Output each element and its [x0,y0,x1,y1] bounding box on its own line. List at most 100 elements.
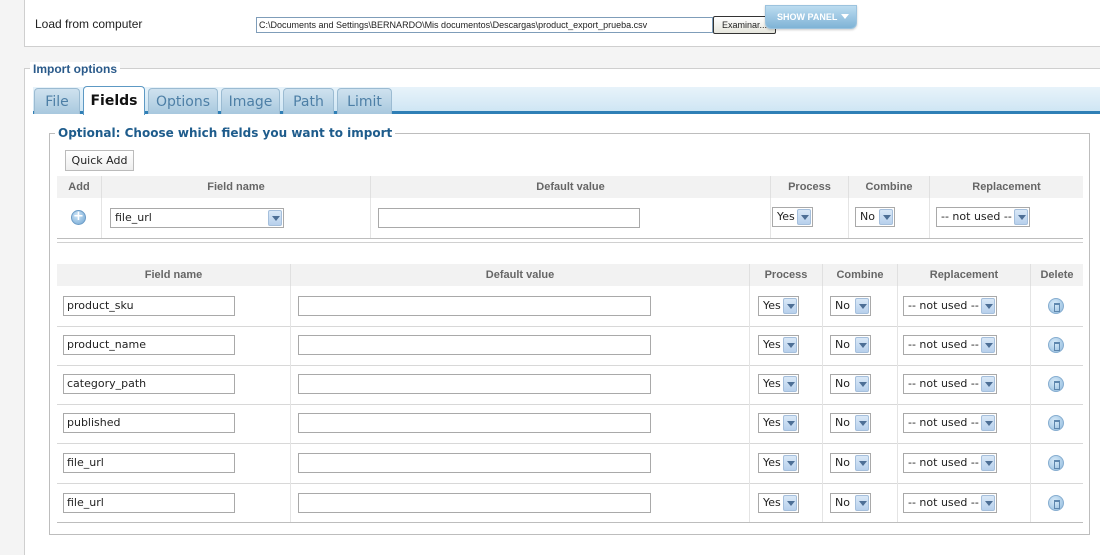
column-divider [749,286,750,522]
replacement-select[interactable]: -- not used -- [903,335,997,355]
file-path-input[interactable]: C:\Documents and Settings\BERNARDO\Mis d… [256,17,713,33]
tab-options[interactable]: Options [148,88,218,114]
default-value-input[interactable] [298,493,651,513]
field-name-input[interactable]: product_sku [63,296,235,316]
combine-select[interactable]: No [830,296,871,316]
field-name-input[interactable]: published [63,413,235,433]
process-select[interactable]: Yes [758,296,799,316]
delete-icon[interactable] [1048,376,1064,392]
process-select[interactable]: Yes [758,453,799,473]
default-value-input[interactable] [298,296,651,316]
combine-value: No [835,456,850,469]
replacement-value: -- not used -- [908,496,979,509]
add-replacement-value: -- not used -- [941,210,1012,223]
load-from-computer-label: Load from computer [35,17,143,31]
combine-select[interactable]: No [830,374,871,394]
chevron-down-icon [981,337,995,353]
delete-icon[interactable] [1048,455,1064,471]
chevron-down-icon [841,14,850,19]
process-value: Yes [763,496,781,509]
add-row-bottom-border [57,238,1083,239]
row-divider [57,365,1083,366]
replacement-select[interactable]: -- not used -- [903,493,997,513]
section-divider [57,242,1083,243]
replacement-select[interactable]: -- not used -- [903,453,997,473]
tab-file[interactable]: File [34,88,80,114]
default-value-input[interactable] [298,335,651,355]
add-field-icon[interactable]: + [71,210,86,225]
chevron-down-icon [981,495,995,511]
replacement-select[interactable]: -- not used -- [903,374,997,394]
field-name-input[interactable]: category_path [63,374,235,394]
combine-select[interactable]: No [830,335,871,355]
chevron-down-icon [783,298,797,314]
header-replacement: Replacement [929,176,1083,198]
chevron-down-icon [268,210,282,226]
delete-icon[interactable] [1048,495,1064,511]
default-value-input[interactable] [298,374,651,394]
combine-select[interactable]: No [830,413,871,433]
tab-path[interactable]: Path [283,88,334,114]
chevron-down-icon [855,298,869,314]
quick-add-button[interactable]: Quick Add [65,150,134,171]
delete-icon[interactable] [1048,337,1064,353]
add-row-divider [848,198,849,238]
row-divider [57,404,1083,405]
add-process-select[interactable]: Yes [772,207,813,227]
field-row: product_sku Yes No -- not used -- [0,288,1100,327]
chevron-down-icon [783,415,797,431]
chevron-down-icon [981,376,995,392]
header-combine: Combine [822,264,897,286]
add-combine-select[interactable]: No [855,207,895,227]
process-value: Yes [763,338,781,351]
field-name-input[interactable]: file_url [63,453,235,473]
add-row-divider [101,198,102,238]
replacement-select[interactable]: -- not used -- [903,296,997,316]
delete-icon[interactable] [1048,298,1064,314]
tab-limit[interactable]: Limit [337,88,392,114]
chevron-down-icon [783,376,797,392]
default-value-input[interactable] [298,453,651,473]
add-row-divider [370,198,371,238]
tab-image[interactable]: Image [221,88,280,114]
process-select[interactable]: Yes [758,413,799,433]
header-add: Add [57,176,101,198]
process-select[interactable]: Yes [758,374,799,394]
column-divider [897,286,898,522]
header-combine: Combine [848,176,929,198]
header-field-name: Field name [57,264,290,286]
chevron-down-icon [1014,209,1028,225]
default-value-input[interactable] [298,413,651,433]
add-field-select[interactable]: file_url [110,208,284,228]
chevron-down-icon [783,337,797,353]
process-value: Yes [763,299,781,312]
add-process-value: Yes [777,210,795,223]
field-name-input[interactable]: product_name [63,335,235,355]
chevron-down-icon [879,209,893,225]
chevron-down-icon [981,298,995,314]
chevron-down-icon [855,415,869,431]
combine-select[interactable]: No [830,453,871,473]
delete-icon[interactable] [1048,415,1064,431]
combine-select[interactable]: No [830,493,871,513]
show-panel-label: SHOW PANEL [777,12,838,22]
column-divider [822,286,823,522]
add-default-value-input[interactable] [378,208,640,228]
replacement-select[interactable]: -- not used -- [903,413,997,433]
process-value: Yes [763,456,781,469]
combine-value: No [835,496,850,509]
process-select[interactable]: Yes [758,335,799,355]
add-replacement-select[interactable]: -- not used -- [936,207,1030,227]
process-value: Yes [763,377,781,390]
process-select[interactable]: Yes [758,493,799,513]
chevron-down-icon [783,455,797,471]
table-bottom-border [57,522,1083,523]
field-name-input[interactable]: file_url [63,493,235,513]
combine-value: No [835,338,850,351]
header-process: Process [749,264,822,286]
field-row: published Yes No -- not used -- [0,405,1100,444]
show-panel-button[interactable]: SHOW PANEL [765,5,857,29]
field-row: product_name Yes No -- not used -- [0,327,1100,366]
tab-fields[interactable]: Fields [83,86,145,115]
add-field-header: Add Field name Default value Process Com… [57,176,1083,198]
